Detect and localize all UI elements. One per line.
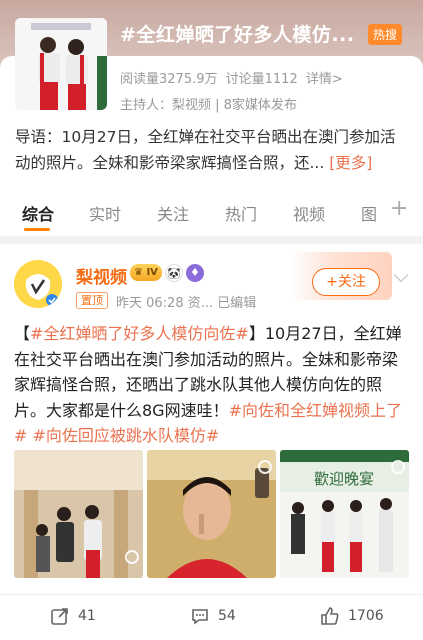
chevron-down-icon[interactable] (393, 267, 409, 283)
tab-image[interactable]: 图 (361, 201, 377, 225)
hashtag-link[interactable]: #全红婵晒了好多人模仿向佐# (30, 324, 249, 343)
like-button[interactable]: 1706 (320, 606, 384, 626)
topic-stats: 阅读量3275.9万 讨论量1112 详情> (120, 68, 347, 87)
tab-comprehensive[interactable]: 综合 (22, 201, 54, 225)
tab-video[interactable]: 视频 (293, 201, 325, 225)
author-badges: ♛ IV 🐼 ♦ (130, 264, 204, 282)
post-actions: 41 54 1706 (0, 596, 423, 636)
post-image-1[interactable] (14, 450, 143, 578)
comment-count: 54 (218, 608, 236, 624)
play-badge-icon (125, 550, 139, 564)
like-count: 1706 (348, 608, 384, 624)
post-body: 【#全红婵晒了好多人模仿向佐#】10月27日，全红婵在社交平台晒出在澳门参加活动… (14, 321, 409, 449)
tab-underline (24, 228, 50, 231)
crown-level-badge: ♛ IV (130, 264, 162, 281)
discuss-count: 讨论量1112 (225, 72, 298, 87)
tab-realtime[interactable]: 实时 (89, 201, 121, 225)
hot-badge: 热搜 (368, 24, 403, 45)
topic-host: 主持人：梨视频 | 8家媒体发布 (120, 98, 297, 113)
detail-link[interactable]: 详情> (306, 72, 343, 87)
more-link[interactable]: [更多] (329, 154, 372, 172)
pinned-tag: 置顶 (76, 292, 108, 309)
author-name[interactable]: 梨视频 (76, 263, 127, 288)
topic-intro: 导语：10月27日，全红婵在社交平台晒出在澳门参加活动的照片。全妹和影帝梁家辉搞… (15, 124, 410, 176)
post-images: 歡迎晚宴 (14, 450, 409, 578)
body-text-segment: 【 (14, 324, 31, 343)
post-meta: 昨天 06:28 资... 已编辑 (116, 296, 257, 311)
repost-count: 41 (78, 608, 96, 624)
welcome-banner-text: 歡迎晚宴 (314, 470, 374, 488)
panda-icon: 🐼 (164, 264, 183, 282)
post-image-3[interactable]: 歡迎晚宴 (280, 450, 409, 578)
tab-following[interactable]: 关注 (157, 201, 189, 225)
comment-button[interactable]: 54 (190, 606, 236, 626)
play-badge-icon (391, 460, 405, 474)
repost-icon (51, 608, 68, 625)
action-divider (0, 594, 423, 595)
topic-title: #全红婵晒了好多人模仿... (120, 24, 355, 46)
tab-hot[interactable]: 热门 (225, 201, 257, 225)
thumbs-up-icon (321, 607, 339, 625)
author-avatar[interactable] (14, 260, 62, 308)
hashtag-link[interactable]: #向佐回应被跳水队模仿# (33, 426, 220, 445)
post-image-2[interactable] (147, 450, 276, 578)
follow-button[interactable]: +关注 (312, 268, 380, 296)
repost-button[interactable]: 41 (50, 606, 96, 626)
play-badge-icon (258, 460, 272, 474)
weibo-post: 梨视频 ♛ IV 🐼 ♦ 置顶 昨天 06:28 资... 已编辑 +关注 【#… (0, 244, 423, 640)
comment-icon (192, 609, 208, 625)
topic-cover-image-front[interactable] (15, 18, 107, 110)
shield-icon: ♦ (185, 264, 204, 282)
reads-count: 阅读量3275.9万 (120, 72, 218, 87)
tab-bar: 综合 实时 关注 热门 视频 图 + (0, 188, 423, 234)
tab-add-icon[interactable]: + (390, 196, 408, 221)
